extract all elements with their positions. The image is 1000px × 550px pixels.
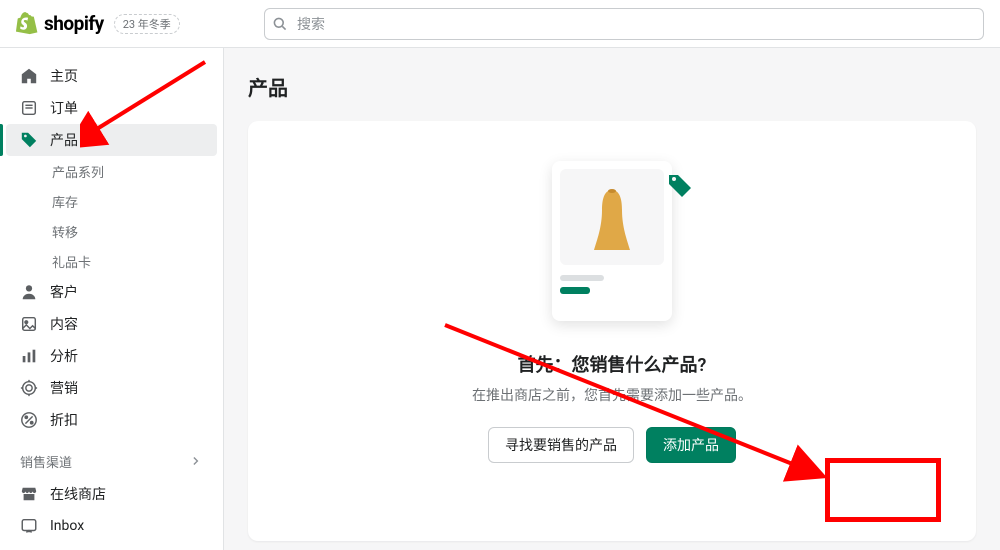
store-icon (20, 485, 38, 503)
search-input[interactable] (264, 8, 984, 40)
chevron-right-icon (189, 454, 203, 468)
sidebar-item-label: Inbox (50, 518, 84, 534)
price-tag-icon (667, 173, 693, 199)
sidebar: 主页 订单 产品 产品系列 库存 转移 礼品卡 客户 (0, 48, 224, 550)
sidebar-channel-buy-button[interactable]: Buy Button (6, 542, 217, 550)
sidebar-sub-collections[interactable]: 产品系列 (6, 156, 217, 186)
main-content: 产品 首先：您销售什么产品? 在推出商店之 (224, 48, 1000, 550)
empty-state-card: 首先：您销售什么产品? 在推出商店之前，您首先需要添加一些产品。 寻找要销售的产… (248, 121, 976, 541)
sidebar-item-products[interactable]: 产品 (6, 124, 217, 156)
sidebar-item-label: 客户 (50, 282, 78, 302)
empty-state-heading: 首先：您销售什么产品? (288, 351, 936, 377)
sidebar-item-orders[interactable]: 订单 (6, 92, 217, 124)
empty-state-actions: 寻找要销售的产品 添加产品 (288, 427, 936, 463)
empty-state-subtext: 在推出商店之前，您首先需要添加一些产品。 (288, 385, 936, 405)
discount-icon (20, 411, 38, 429)
top-header: shopify 23 年冬季 (0, 0, 1000, 48)
home-icon (20, 67, 38, 85)
sidebar-sub-giftcards[interactable]: 礼品卡 (6, 246, 217, 276)
sidebar-channel-inbox[interactable]: Inbox (6, 510, 217, 542)
sidebar-sub-inventory[interactable]: 库存 (6, 186, 217, 216)
sidebar-item-marketing[interactable]: 营销 (6, 372, 217, 404)
shopify-logo-icon (16, 12, 38, 36)
analytics-icon (20, 347, 38, 365)
sidebar-item-customers[interactable]: 客户 (6, 276, 217, 308)
sidebar-sub-transfers[interactable]: 转移 (6, 216, 217, 246)
brand-name: shopify (44, 12, 104, 35)
sidebar-item-discounts[interactable]: 折扣 (6, 404, 217, 436)
page-title: 产品 (248, 72, 976, 101)
sidebar-item-label: 分析 (50, 346, 78, 366)
find-products-button[interactable]: 寻找要销售的产品 (488, 427, 634, 463)
add-product-button[interactable]: 添加产品 (646, 427, 736, 463)
sidebar-item-label: 内容 (50, 314, 78, 334)
sidebar-item-label: 主页 (50, 66, 78, 86)
inbox-icon (20, 517, 38, 535)
tag-icon (20, 131, 38, 149)
search-icon (272, 16, 288, 32)
target-icon (20, 379, 38, 397)
sidebar-item-content[interactable]: 内容 (6, 308, 217, 340)
sidebar-section-channels[interactable]: 销售渠道 (6, 446, 217, 476)
brand-area[interactable]: shopify 23 年冬季 (16, 12, 252, 36)
sidebar-item-analytics[interactable]: 分析 (6, 340, 217, 372)
sidebar-item-label: 折扣 (50, 410, 78, 430)
sidebar-item-label: 营销 (50, 378, 78, 398)
sidebar-channel-online-store[interactable]: 在线商店 (6, 478, 217, 510)
content-icon (20, 315, 38, 333)
season-pill: 23 年冬季 (114, 14, 180, 34)
sidebar-item-label: 在线商店 (50, 484, 106, 504)
person-icon (20, 283, 38, 301)
sidebar-item-home[interactable]: 主页 (6, 60, 217, 92)
empty-state-illustration (537, 161, 687, 331)
orders-icon (20, 99, 38, 117)
search-wrap (264, 8, 984, 40)
sidebar-item-label: 订单 (50, 98, 78, 118)
sidebar-item-label: 产品 (50, 130, 78, 150)
